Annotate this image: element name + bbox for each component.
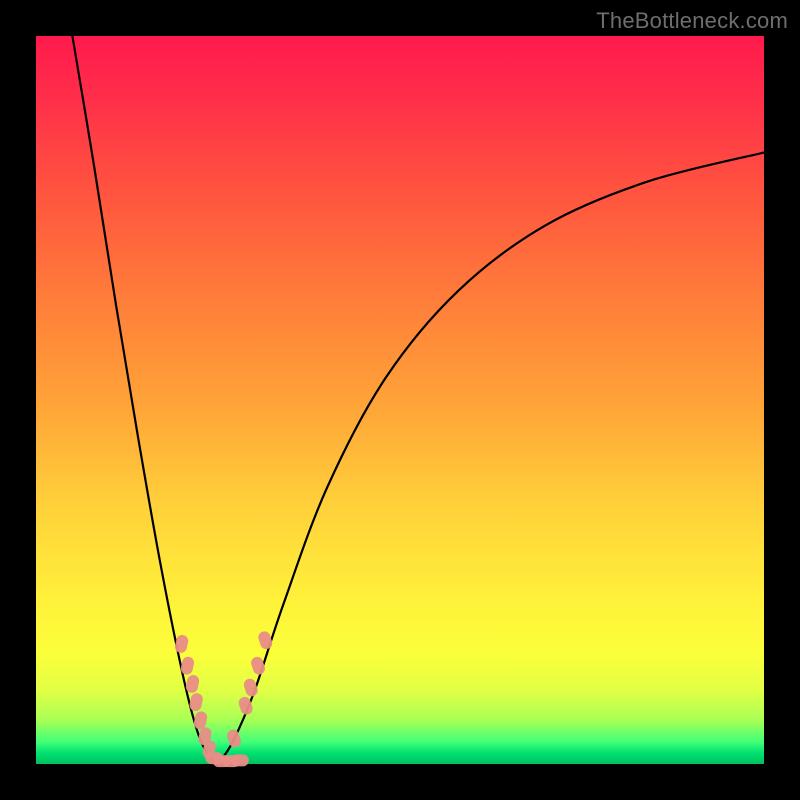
plot-area [36,36,764,764]
marker-pill [250,655,267,676]
marker-pill [174,634,189,654]
curve-layer [36,36,764,764]
marker-pill [242,677,259,698]
marker-pill [226,728,243,749]
marker-pill [257,630,274,651]
watermark-text: TheBottleneck.com [596,8,788,34]
curve-left-branch [72,36,218,764]
bottleneck-curve [72,36,764,764]
curve-right-branch [218,152,764,764]
chart-frame: TheBottleneck.com [0,0,800,800]
marker-pill [231,754,249,766]
